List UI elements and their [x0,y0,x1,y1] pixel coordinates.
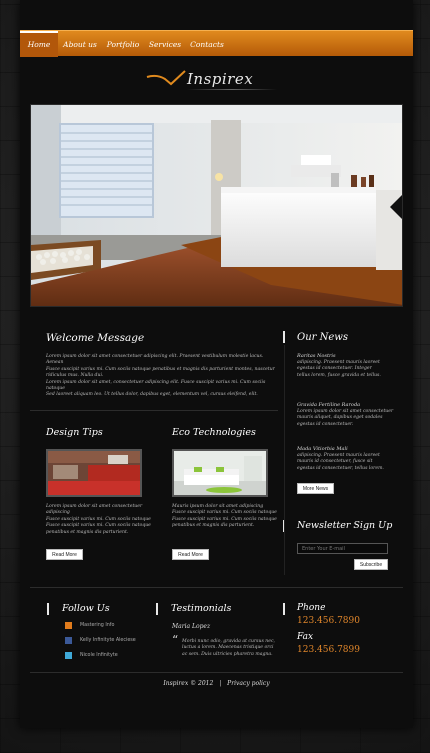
design-tips-text: Lorem ipsum dolor sit amet consectetuer … [46,504,156,536]
footer-separator: | [219,680,222,687]
nav-services[interactable]: Services [144,31,186,57]
news-date: Mada Vitiorbia Mali [297,446,348,452]
news-item[interactable]: Gravida Fertiline Raroda Lorem ipsum dol… [297,402,397,428]
news-date: Raritas Nostris [297,353,336,359]
welcome-line: Fusce suscipit varius mi. Cum sociis nat… [46,366,275,379]
hero-slider[interactable] [30,104,403,307]
column-separator [283,603,285,615]
design-tips-title: Design Tips [46,427,103,438]
testimonial-quote: Morbi nunc odio, gravida at cursus nec, … [182,639,282,658]
rss-icon [65,622,72,629]
page-container: Home About us Portfolio Services Contact… [20,0,413,728]
news-date: Gravida Fertiline Raroda [297,402,361,408]
testimonials-title: Testimonials [171,603,232,614]
design-tips-read-more-button[interactable]: Read More [46,549,83,560]
column-separator [283,331,285,343]
column-separator [156,603,158,615]
follow-label: Mastering Info [80,623,115,628]
nav-home[interactable]: Home [20,31,58,57]
divider [30,672,403,673]
nav-contacts[interactable]: Contacts [186,31,228,57]
divider [30,410,278,411]
site-logo[interactable]: Inspirex [145,67,295,93]
eco-tech-text: Mauris ipsum dolor sit amet adipiscing F… [172,504,282,530]
bathroom-hero-image [31,105,402,306]
news-line: tellus lorem, fusce gravida et tellus. [297,372,381,378]
design-tips-line: penatibus et magnis dis parturient. [46,529,129,535]
arrow-right-icon[interactable] [390,195,402,219]
nav-portfolio[interactable]: Portfolio [102,31,144,57]
eco-tech-title: Eco Technologies [172,427,256,438]
welcome-line: Sed laoreet aliquam leo. Ut tellus dolor… [46,392,258,398]
column-divider [284,345,285,575]
subscribe-button[interactable]: Subscribe [354,559,388,570]
quote-icon: “ [172,633,179,647]
fax-label: Fax [297,632,314,642]
footer-copyright: Inspirex © 2012 [163,680,214,687]
welcome-title: Welcome Message [46,332,145,344]
design-tips-line: Lorem ipsum dolor sit amet consectetuer … [46,504,143,516]
facebook-icon [65,637,72,644]
newsletter-title: Newsletter Sign Up [297,520,393,531]
kitchen-thumbnail[interactable] [46,449,142,497]
follow-label: Kelly Infinityte Aleciese [80,638,136,643]
twitter-icon [65,652,72,659]
more-news-button[interactable]: More News [297,483,334,494]
phone-value: 123.456.7890 [297,616,360,626]
follow-label: Nicole Infinityte [80,653,118,658]
column-separator [47,603,49,615]
eco-tech-read-more-button[interactable]: Read More [172,549,209,560]
news-title: Our News [297,332,348,343]
living-room-thumbnail[interactable] [172,449,268,497]
newsletter-email-input[interactable] [297,543,388,554]
news-item[interactable]: Raritas Nostris adipiscing. Praesent mau… [297,353,397,379]
quote-line: ac sem. Duis ultricies pharetra magna. [182,651,273,657]
news-line: mauris aliquet, dapibus eget sodales [297,415,383,421]
welcome-line: Lorem ipsum dolor sit amet consectetuer … [46,354,264,366]
welcome-line: Lorem ipsum dolor sit amet, consectetuer… [46,379,266,392]
eco-tech-line: penatibus et magnis dis parturient. [172,523,255,529]
news-line: egestas id consectetuer, tellus lorem. [297,465,384,471]
testimonial-author: Maria Lopez [172,623,211,630]
follow-title: Follow Us [62,603,110,614]
eco-tech-line: Fusce suscipit varius mi. Cum sociis nat… [172,510,277,516]
divider [30,587,403,588]
logo-underline [187,89,277,90]
welcome-text: Lorem ipsum dolor sit amet consectetuer … [46,354,276,399]
news-item[interactable]: Mada Vitiorbia Mali adipiscing. Praesent… [297,446,397,472]
design-tips-line: Fusce suscipit varius mi. Cum sociis nat… [46,523,151,529]
logo-text: Inspirex [187,70,254,88]
news-line: egestas id consectetuer. [297,421,354,427]
fax-value: 123.456.7899 [297,645,360,655]
swoosh-icon [146,70,186,86]
main-nav: Home About us Portfolio Services Contact… [20,30,413,57]
phone-label: Phone [297,603,326,613]
quote-line: luctus a lorem. Maecenas tristique orci [182,645,274,651]
privacy-policy-link[interactable]: Privacy policy [227,680,270,687]
footer: Inspirex © 2012 | Privacy policy [20,680,413,687]
nav-about-us[interactable]: About us [58,31,102,57]
